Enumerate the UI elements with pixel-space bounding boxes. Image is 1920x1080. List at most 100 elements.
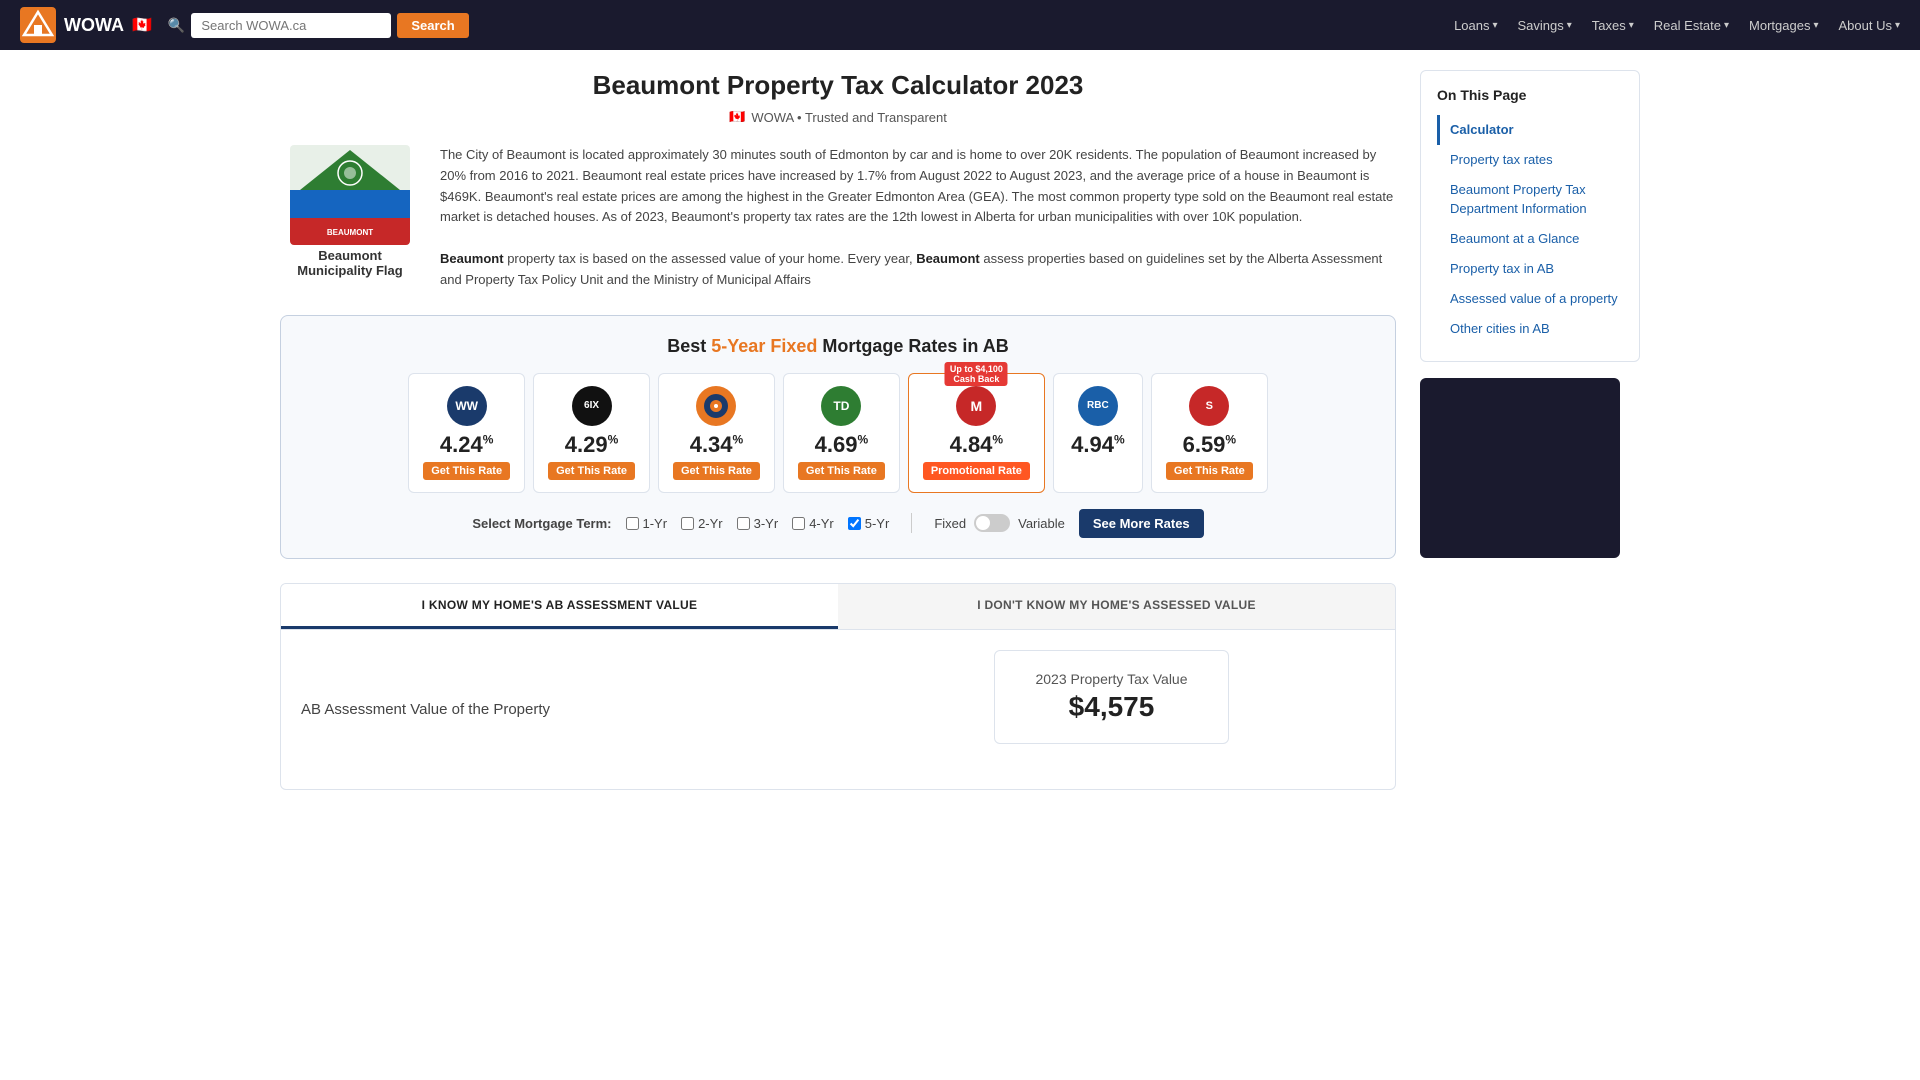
municipality-flag: BEAUMONT BeaumontMunicipality Flag xyxy=(280,145,420,291)
see-more-rates-button[interactable]: See More Rates xyxy=(1079,509,1204,538)
rate-logo-3 xyxy=(696,386,736,426)
search-icon: 🔍 xyxy=(168,17,185,34)
variable-label: Variable xyxy=(1018,516,1065,531)
rate-card-3: 4.34% Get This Rate xyxy=(658,373,775,493)
sidebar-item-assessed-value[interactable]: Assessed value of a property xyxy=(1437,284,1623,314)
rate-value-2: 4.29% xyxy=(548,432,635,458)
intro-text: The City of Beaumont is located approxim… xyxy=(440,145,1396,291)
mortgage-title-suffix: Mortgage Rates in AB xyxy=(822,336,1008,356)
mortgage-box: Best 5-Year Fixed Mortgage Rates in AB W… xyxy=(280,315,1396,559)
nav-loans[interactable]: Loans ▾ xyxy=(1454,18,1497,33)
rate-card-2: 6IX 4.29% Get This Rate xyxy=(533,373,650,493)
sidebar-advertisement xyxy=(1420,378,1620,558)
rate-logo-6: RBC xyxy=(1078,386,1118,426)
trusted-badge: 🇨🇦 WOWA • Trusted and Transparent xyxy=(280,109,1396,125)
sidebar-item-property-tax-rates[interactable]: Property tax rates xyxy=(1437,145,1623,175)
get-rate-btn-1[interactable]: Get This Rate xyxy=(423,462,510,480)
mortgage-title-prefix: Best xyxy=(667,336,711,356)
rate-logo-4: TD xyxy=(821,386,861,426)
calc-tab-1[interactable]: I KNOW MY HOME'S AB ASSESSMENT VALUE xyxy=(281,584,838,629)
rate-card-1: WW 4.24% Get This Rate xyxy=(408,373,525,493)
term-2yr[interactable]: 2-Yr xyxy=(681,516,723,531)
sidebar-item-other-cities[interactable]: Other cities in AB xyxy=(1437,314,1623,344)
term-4yr[interactable]: 4-Yr xyxy=(792,516,834,531)
nav-mortgages[interactable]: Mortgages ▾ xyxy=(1749,18,1818,33)
flag-image: BEAUMONT xyxy=(290,145,410,245)
assessment-value-label: AB Assessment Value of the Property xyxy=(301,701,550,718)
rate-card-6: RBC 4.94% xyxy=(1053,373,1143,493)
rate-logo-2: 6IX xyxy=(572,386,612,426)
rate-value-3: 4.34% xyxy=(673,432,760,458)
page-title: Beaumont Property Tax Calculator 2023 xyxy=(280,70,1396,101)
calc-tabs: I KNOW MY HOME'S AB ASSESSMENT VALUE I D… xyxy=(280,583,1396,630)
calculator-section: I KNOW MY HOME'S AB ASSESSMENT VALUE I D… xyxy=(280,583,1396,790)
term-3yr[interactable]: 3-Yr xyxy=(737,516,779,531)
rate-card-5: Up to $4,100Cash Back M 4.84% Promotiona… xyxy=(908,373,1045,493)
on-this-page-box: On This Page Calculator Property tax rat… xyxy=(1420,70,1640,362)
nav-savings[interactable]: Savings ▾ xyxy=(1518,18,1572,33)
get-rate-btn-7[interactable]: Get This Rate xyxy=(1166,462,1253,480)
divider xyxy=(911,513,912,533)
get-rate-btn-3[interactable]: Get This Rate xyxy=(673,462,760,480)
toggle-switch[interactable] xyxy=(974,514,1010,532)
page-wrapper: Beaumont Property Tax Calculator 2023 🇨🇦… xyxy=(260,50,1660,810)
search-button[interactable]: Search xyxy=(397,13,468,38)
rate-logo-1: WW xyxy=(447,386,487,426)
nav-about-us[interactable]: About Us ▾ xyxy=(1838,18,1900,33)
sidebar: On This Page Calculator Property tax rat… xyxy=(1420,70,1640,790)
flag-label: BeaumontMunicipality Flag xyxy=(280,248,420,278)
logo[interactable]: WOWA 🇨🇦 xyxy=(20,7,152,43)
intro-para1: The City of Beaumont is located approxim… xyxy=(440,145,1396,228)
bold-beaumont-1: Beaumont xyxy=(440,251,504,266)
sidebar-item-beaumont-dept[interactable]: Beaumont Property Tax Department Informa… xyxy=(1437,175,1623,223)
svg-text:BEAUMONT: BEAUMONT xyxy=(327,228,373,237)
mortgage-box-title: Best 5-Year Fixed Mortgage Rates in AB xyxy=(301,336,1375,357)
main-content: Beaumont Property Tax Calculator 2023 🇨🇦… xyxy=(280,70,1396,790)
nav-taxes[interactable]: Taxes ▾ xyxy=(1592,18,1634,33)
wowa-logo-icon xyxy=(20,7,56,43)
tax-value-amount: $4,575 xyxy=(1035,691,1187,723)
logo-text: WOWA xyxy=(64,15,124,36)
rate-value-4: 4.69% xyxy=(798,432,885,458)
nav-real-estate[interactable]: Real Estate ▾ xyxy=(1654,18,1729,33)
rate-card-4: TD 4.69% Get This Rate xyxy=(783,373,900,493)
rate-value-6: 4.94% xyxy=(1068,432,1128,458)
promo-rate-btn-5[interactable]: Promotional Rate xyxy=(923,462,1030,480)
rate-logo-7: S xyxy=(1189,386,1229,426)
sidebar-item-property-tax-ab[interactable]: Property tax in AB xyxy=(1437,254,1623,284)
tax-value-label: 2023 Property Tax Value xyxy=(1035,671,1187,687)
bold-beaumont-2: Beaumont xyxy=(916,251,980,266)
intro-mid-text: property tax is based on the assessed va… xyxy=(507,251,916,266)
sidebar-item-calculator[interactable]: Calculator xyxy=(1437,115,1623,145)
cashback-badge: Up to $4,100Cash Back xyxy=(945,362,1008,386)
term-1yr[interactable]: 1-Yr xyxy=(626,516,668,531)
mortgage-title-highlight: 5-Year Fixed xyxy=(711,336,817,356)
rate-logo-5: M xyxy=(956,386,996,426)
get-rate-btn-2[interactable]: Get This Rate xyxy=(548,462,635,480)
nav-links: Loans ▾ Savings ▾ Taxes ▾ Real Estate ▾ … xyxy=(1454,18,1900,33)
calc-left-panel: AB Assessment Value of the Property xyxy=(301,650,828,769)
get-rate-btn-4[interactable]: Get This Rate xyxy=(798,462,885,480)
sidebar-item-beaumont-glance[interactable]: Beaumont at a Glance xyxy=(1437,224,1623,254)
toggle-knob xyxy=(976,516,990,530)
rate-value-5: 4.84% xyxy=(923,432,1030,458)
navigation: WOWA 🇨🇦 🔍 Search Loans ▾ Savings ▾ Taxes… xyxy=(0,0,1920,50)
calc-tab-2[interactable]: I DON'T KNOW MY HOME'S ASSESSED VALUE xyxy=(838,584,1395,629)
term-selector: Select Mortgage Term: 1-Yr 2-Yr 3-Yr 4-Y… xyxy=(301,509,1375,538)
search-bar: 🔍 Search xyxy=(168,13,469,38)
canada-flag-badge-icon: 🇨🇦 xyxy=(729,109,745,125)
fixed-variable-toggle: Fixed Variable xyxy=(934,514,1065,532)
term-5yr[interactable]: 5-Yr xyxy=(848,516,890,531)
intro-para2: Beaumont property tax is based on the as… xyxy=(440,249,1396,291)
rate-value-7: 6.59% xyxy=(1166,432,1253,458)
tax-value-box: 2023 Property Tax Value $4,575 xyxy=(994,650,1228,744)
rate-card-7: S 6.59% Get This Rate xyxy=(1151,373,1268,493)
canada-flag-icon: 🇨🇦 xyxy=(132,15,152,35)
search-input[interactable] xyxy=(191,13,391,38)
trusted-text: WOWA • Trusted and Transparent xyxy=(751,110,947,125)
term-selector-label: Select Mortgage Term: xyxy=(472,516,611,531)
calc-right-panel: 2023 Property Tax Value $4,575 xyxy=(848,650,1375,769)
rate-value-1: 4.24% xyxy=(423,432,510,458)
on-this-page-title: On This Page xyxy=(1437,87,1623,103)
rates-row: WW 4.24% Get This Rate 6IX 4.29% Get Thi… xyxy=(301,373,1375,493)
